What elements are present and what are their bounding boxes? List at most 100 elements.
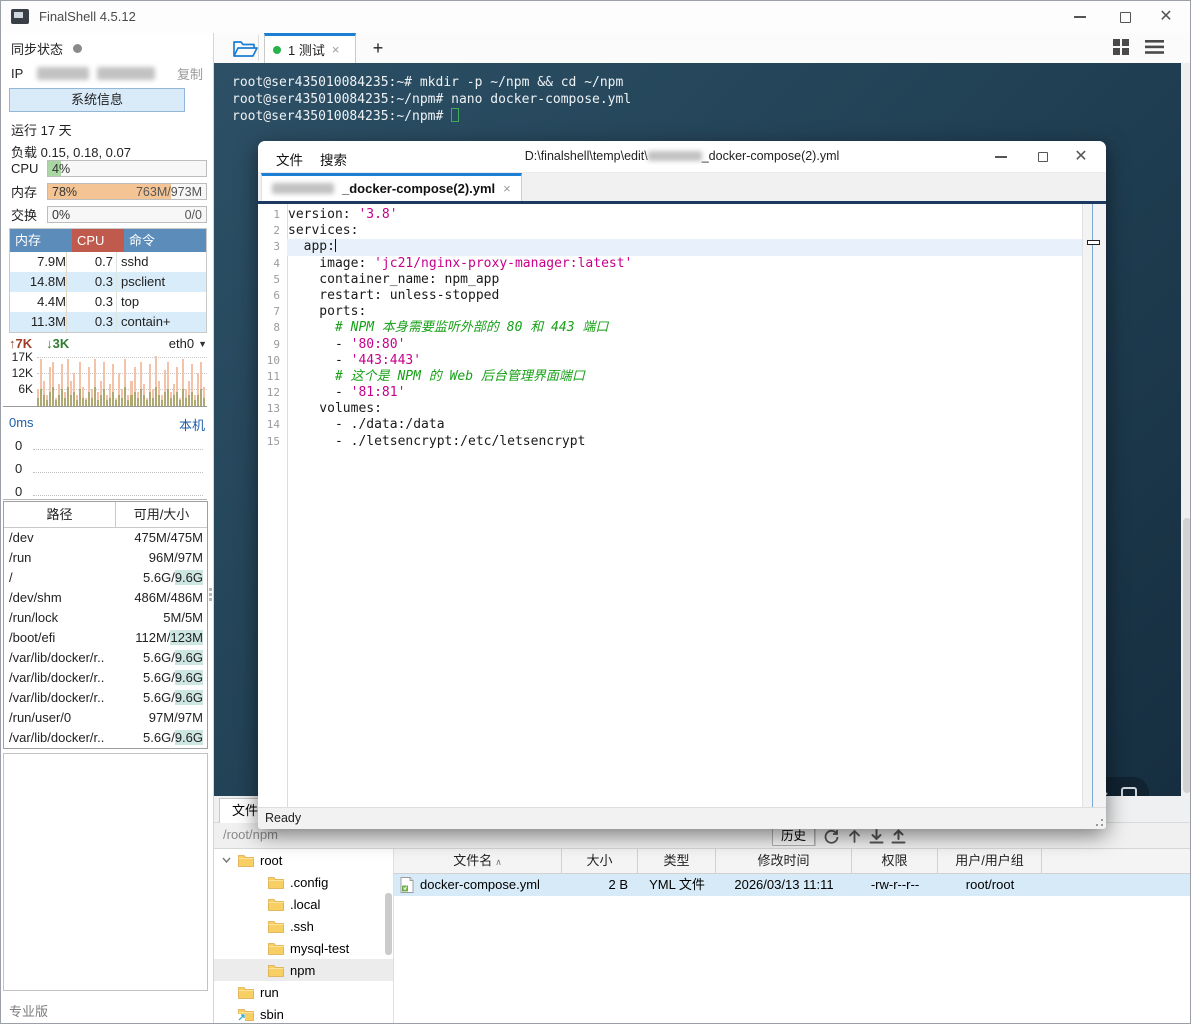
download-bar: [149, 392, 151, 406]
disk-size: 97M/97M: [104, 708, 207, 728]
history-button[interactable]: 历史: [772, 826, 815, 846]
code-line: 5 container_name: npm_app: [288, 272, 1082, 288]
process-header-memory[interactable]: 内存: [10, 229, 72, 252]
disk-total: 97M: [178, 710, 203, 725]
file-browser-panel: 文件 /root/npm 历史: [214, 796, 1191, 1024]
terminal-scrollbar[interactable]: [1181, 63, 1191, 796]
editor-body[interactable]: 1version: '3.8'2services:3 app:4 image: …: [258, 204, 1106, 807]
editor-overview-ruler[interactable]: [1082, 204, 1106, 807]
editor-close-button[interactable]: ✕: [1062, 141, 1100, 173]
disk-row[interactable]: /boot/efi112M/123M: [4, 628, 207, 648]
folder-icon: [268, 964, 284, 977]
tree-item-label: npm: [290, 963, 315, 978]
directory-tree: root.config.local.sshmysql-test npm runsbi…: [214, 849, 393, 1024]
system-info-button[interactable]: 系统信息: [9, 88, 185, 112]
process-row[interactable]: 7.9M0.7sshd: [10, 252, 206, 272]
editor-minimize-button[interactable]: [982, 141, 1020, 173]
file-table-header-2[interactable]: 类型: [638, 849, 716, 873]
session-tab-close-icon[interactable]: ×: [332, 42, 340, 57]
tree-item-run[interactable]: run: [214, 981, 393, 1003]
line-number: 11: [258, 369, 287, 385]
window-maximize-button[interactable]: [1105, 1, 1145, 33]
disk-row[interactable]: /5.6G/9.6G: [4, 568, 207, 588]
download-bar: [73, 392, 75, 406]
process-row[interactable]: 11.3M0.3contain+: [10, 312, 206, 332]
layout-grid-icon[interactable]: [1113, 39, 1130, 61]
tree-item-dot-ssh[interactable]: .ssh: [214, 915, 393, 937]
tree-scrollbar-thumb[interactable]: [385, 893, 392, 955]
process-row[interactable]: 14.8M0.3psclient: [10, 272, 206, 292]
disk-row[interactable]: /dev/shm486M/486M: [4, 588, 207, 608]
editor-file-path: D:\finalshell\temp\edit\_docker-compose(…: [258, 149, 1106, 163]
process-command: psclient: [117, 272, 206, 292]
disk-row[interactable]: /run/lock5M/5M: [4, 608, 207, 628]
code-text: - '443:443': [287, 353, 1082, 369]
file-row[interactable]: docker-compose.yml2 BYML 文件2026/03/13 11…: [394, 874, 1191, 896]
process-row[interactable]: 4.4M0.3top: [10, 292, 206, 312]
code-text: - '80:80': [287, 337, 1082, 353]
chevron-expanded-icon[interactable]: [222, 857, 232, 863]
disk-header-size[interactable]: 可用/大小: [116, 502, 207, 527]
window-mode-icon[interactable]: [1121, 787, 1137, 796]
file-table-header-3[interactable]: 修改时间: [716, 849, 852, 873]
tree-item-sbin[interactable]: sbin: [214, 1003, 393, 1024]
ping-row: 0: [9, 458, 205, 481]
memory-label: 内存: [11, 182, 47, 201]
disk-row[interactable]: /dev475M/475M: [4, 528, 207, 548]
code-text: volumes:: [287, 401, 1082, 417]
window-minimize-button[interactable]: [1060, 1, 1100, 33]
open-connections-button[interactable]: [228, 36, 262, 62]
tree-item-root[interactable]: root: [214, 849, 393, 871]
file-table-header-4[interactable]: 权限: [852, 849, 938, 873]
editor-maximize-button[interactable]: [1024, 141, 1062, 173]
download-bar: [61, 389, 63, 406]
disk-row[interactable]: /run96M/97M: [4, 548, 207, 568]
download-bar: [82, 398, 84, 406]
tree-item-npm[interactable]: npm: [214, 959, 393, 981]
disk-row[interactable]: /var/lib/docker/r...5.6G/9.6G: [4, 648, 207, 668]
session-tab-active[interactable]: 1 测试 ×: [264, 33, 356, 63]
interface-selector[interactable]: eth0 ▼: [169, 336, 207, 351]
process-table-header[interactable]: 内存 CPU 命令: [10, 229, 206, 252]
editor-tab-active[interactable]: _docker-compose(2).yml ×: [261, 173, 522, 201]
editor-resize-grip[interactable]: [1091, 814, 1103, 826]
editor-tab-close-icon[interactable]: ×: [503, 181, 511, 196]
folder-icon: [268, 898, 284, 911]
process-header-command[interactable]: 命令: [124, 229, 206, 252]
hamburger-menu-icon[interactable]: [1145, 39, 1164, 60]
parent-directory-icon[interactable]: [844, 826, 864, 846]
disk-header-path[interactable]: 路径: [4, 502, 116, 527]
tree-item-dot-config[interactable]: .config: [214, 871, 393, 893]
disk-row[interactable]: /run/user/097M/97M: [4, 708, 207, 728]
file-table-header-1[interactable]: 大小: [562, 849, 638, 873]
line-number: 8: [258, 320, 287, 336]
disk-path: /dev: [4, 528, 104, 548]
disk-row[interactable]: /var/lib/docker/r...5.6G/9.6G: [4, 668, 207, 688]
upload-icon[interactable]: [888, 826, 908, 846]
panel-splitter-handle[interactable]: [209, 586, 213, 603]
file-table-header-0[interactable]: 文件名∧: [394, 849, 562, 873]
download-bar: [85, 400, 87, 406]
code-text: app:: [287, 239, 1082, 255]
download-icon[interactable]: [866, 826, 886, 846]
download-bar: [97, 400, 99, 406]
download-bar: [200, 389, 202, 406]
disk-row[interactable]: /var/lib/docker/r...5.6G/9.6G: [4, 728, 207, 748]
tree-item-dot-local[interactable]: .local: [214, 893, 393, 915]
new-tab-button[interactable]: +: [366, 35, 390, 61]
download-bar: [94, 387, 96, 406]
copy-ip-button[interactable]: 复制: [177, 64, 203, 83]
download-bar: [152, 398, 154, 406]
window-close-button[interactable]: ✕: [1146, 1, 1186, 33]
path-input[interactable]: /root/npm: [223, 827, 763, 842]
refresh-icon[interactable]: [821, 826, 841, 846]
terminal-scrollbar-thumb[interactable]: [1183, 518, 1191, 793]
download-bar: [197, 395, 199, 406]
disk-path: /boot/efi: [4, 628, 104, 648]
tree-item-mysql-test[interactable]: mysql-test: [214, 937, 393, 959]
code-area[interactable]: 1version: '3.8'2services:3 app:4 image: …: [288, 204, 1082, 807]
file-table-header-5[interactable]: 用户/用户组: [938, 849, 1042, 873]
disk-total: 9.6G: [175, 670, 203, 685]
disk-row[interactable]: /var/lib/docker/r...5.6G/9.6G: [4, 688, 207, 708]
process-header-cpu[interactable]: CPU: [72, 229, 124, 252]
